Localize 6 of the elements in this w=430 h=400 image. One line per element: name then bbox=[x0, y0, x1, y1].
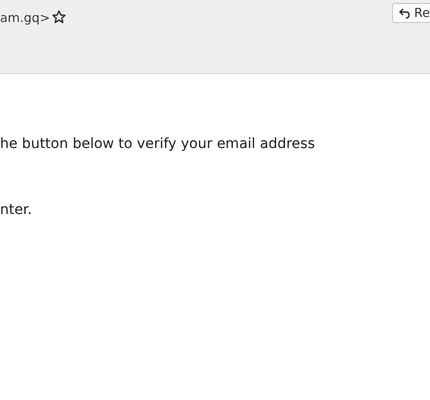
sender-address: am.gq> bbox=[0, 9, 50, 27]
reply-icon bbox=[399, 8, 410, 18]
reply-button[interactable]: Re bbox=[392, 3, 430, 23]
body-text: nter. bbox=[0, 201, 33, 220]
body-text: he button below to verify your email address bbox=[0, 135, 316, 154]
star-icon[interactable] bbox=[52, 10, 66, 24]
